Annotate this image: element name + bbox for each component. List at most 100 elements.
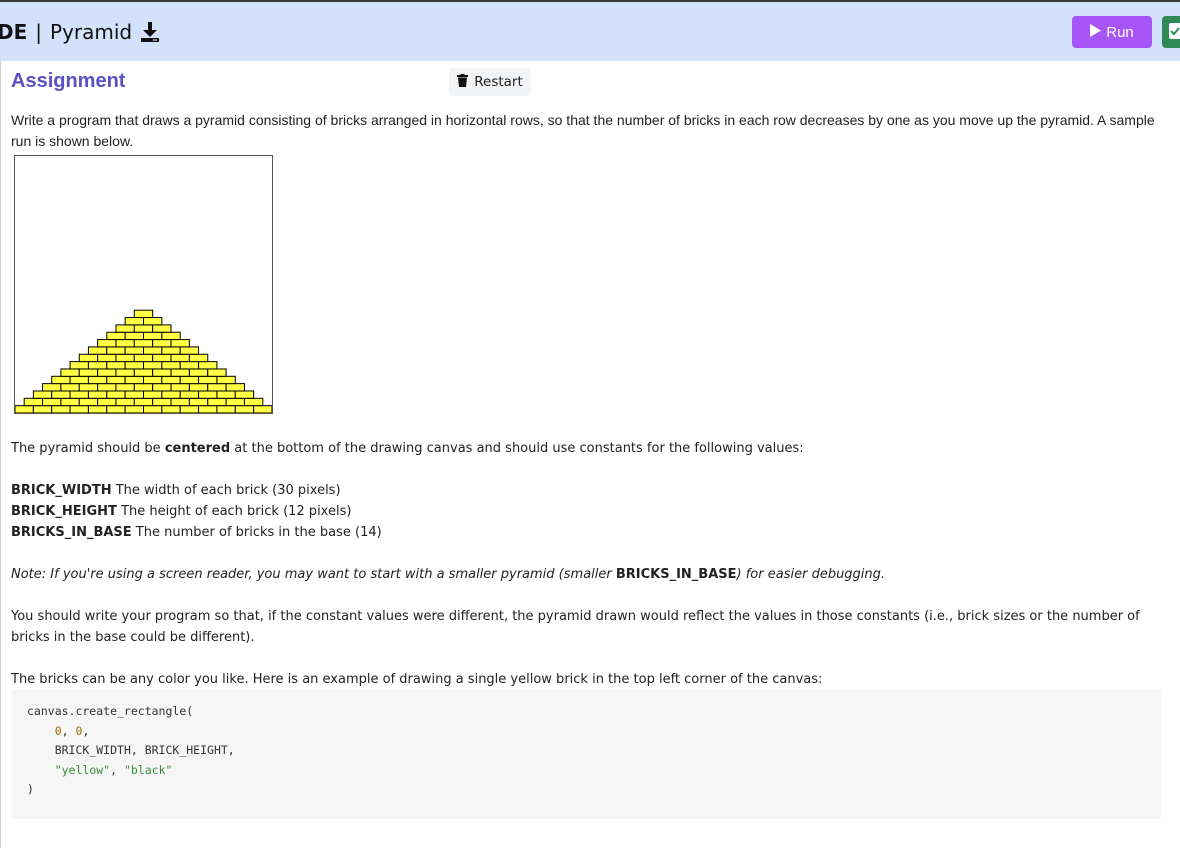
pyramid-brick bbox=[42, 383, 62, 392]
pyramid-brick bbox=[32, 390, 53, 399]
panel-left-border bbox=[0, 61, 1, 848]
pyramid-brick bbox=[216, 375, 236, 385]
code-punct: , bbox=[61, 723, 76, 738]
code-punct: , bbox=[110, 762, 124, 777]
pyramid-brick bbox=[60, 383, 80, 392]
constant-desc: The width of each brick (30 pixels) bbox=[111, 483, 341, 498]
pyramid-brick bbox=[161, 375, 181, 385]
note-constant: BRICKS_IN_BASE bbox=[615, 567, 737, 582]
pyramid-brick bbox=[51, 405, 71, 413]
pyramid-brick bbox=[152, 324, 172, 333]
pyramid-brick bbox=[78, 353, 99, 363]
pyramid-brick bbox=[106, 390, 126, 399]
color-paragraph: The bricks can be any color you like. He… bbox=[11, 672, 823, 687]
pyramid-brick bbox=[179, 346, 200, 355]
pyramid-brick bbox=[216, 390, 236, 399]
constant-brick-width: BRICK_WIDTH The width of each brick (30 … bbox=[11, 480, 341, 501]
restart-button[interactable]: Restart bbox=[449, 68, 531, 96]
pyramid-brick bbox=[106, 346, 126, 355]
pyramid-brick bbox=[69, 375, 89, 385]
pyramid-brick bbox=[216, 405, 236, 413]
pyramid-brick bbox=[179, 361, 200, 370]
code-string: "yellow" bbox=[54, 762, 111, 777]
pyramid-brick bbox=[207, 383, 227, 392]
pyramid-brick bbox=[78, 368, 99, 377]
restart-label: Restart bbox=[474, 74, 523, 90]
pyramid-brick bbox=[87, 361, 108, 370]
constant-name: BRICK_WIDTH bbox=[11, 483, 112, 498]
pyramid-brick bbox=[161, 331, 181, 341]
pyramid-brick bbox=[106, 361, 126, 370]
centered-bold: centered bbox=[164, 441, 231, 456]
pyramid-brick bbox=[143, 346, 163, 355]
pyramid-brick bbox=[170, 397, 190, 407]
pyramid-brick bbox=[161, 346, 181, 355]
code-line: canvas.create_rectangle( bbox=[27, 704, 194, 718]
pyramid-brick bbox=[106, 375, 126, 385]
constant-name: BRICKS_IN_BASE bbox=[11, 525, 132, 540]
note-text-2: ) for easier debugging. bbox=[736, 567, 886, 582]
pyramid-brick bbox=[143, 331, 163, 341]
pyramid-brick bbox=[87, 375, 108, 385]
pyramid-brick bbox=[143, 375, 163, 385]
pyramid-brick bbox=[198, 405, 218, 413]
pyramid-brick bbox=[78, 397, 99, 407]
pyramid-brick bbox=[179, 390, 200, 399]
pyramid-brick bbox=[106, 331, 126, 341]
pyramid-brick bbox=[207, 397, 227, 407]
pyramid-brick bbox=[69, 361, 89, 370]
pyramid-brick bbox=[124, 405, 144, 413]
pyramid-brick bbox=[188, 383, 209, 392]
trash-icon bbox=[457, 73, 469, 91]
play-icon bbox=[1090, 23, 1102, 41]
code-string: "black" bbox=[123, 762, 173, 777]
assignment-heading: Assignment bbox=[11, 70, 126, 92]
pyramid-brick bbox=[97, 368, 117, 377]
pyramid-brick bbox=[133, 368, 154, 377]
constant-bricks-in-base: BRICKS_IN_BASE The number of bricks in t… bbox=[11, 522, 382, 543]
pyramid-brick bbox=[106, 405, 126, 413]
pyramid-brick bbox=[225, 383, 245, 392]
pyramid-brick bbox=[115, 397, 135, 407]
pyramid-brick bbox=[133, 324, 154, 333]
pyramid-brick bbox=[78, 383, 99, 392]
clipboard-check-icon bbox=[1162, 16, 1180, 48]
pyramid-brick bbox=[32, 405, 53, 413]
code-line: BRICK_WIDTH, BRICK_HEIGHT, bbox=[54, 743, 235, 757]
title-prefix: DE bbox=[0, 20, 28, 44]
pyramid-brick bbox=[87, 405, 108, 413]
pyramid-brick bbox=[152, 383, 172, 392]
code-punct: , bbox=[82, 723, 90, 738]
pyramid-brick bbox=[225, 397, 245, 407]
code-line: ) bbox=[27, 782, 34, 796]
pyramid-brick bbox=[170, 339, 190, 348]
reflect-paragraph: You should write your program so that, i… bbox=[11, 609, 1140, 645]
pyramid-brick bbox=[161, 390, 181, 399]
pyramid-brick bbox=[133, 339, 154, 348]
pyramid-brick bbox=[124, 375, 144, 385]
assignment-title: Pyramid bbox=[50, 20, 133, 44]
pyramid-brick bbox=[133, 383, 154, 392]
pyramid-brick bbox=[97, 353, 117, 363]
pyramid-brick bbox=[188, 397, 209, 407]
pyramid-brick bbox=[143, 361, 163, 370]
pyramid-brick bbox=[207, 368, 227, 377]
screen-reader-note: Note: If you're using a screen reader, y… bbox=[11, 564, 1169, 585]
centered-text-1: The pyramid should be bbox=[11, 441, 165, 456]
constant-desc: The number of bricks in the base (14) bbox=[131, 525, 382, 540]
pyramid-brick bbox=[124, 331, 144, 341]
run-button[interactable]: Run bbox=[1072, 16, 1152, 48]
pyramid-brick bbox=[133, 353, 154, 363]
run-label: Run bbox=[1106, 23, 1134, 41]
pyramid-brick bbox=[188, 353, 209, 363]
pyramid-brick bbox=[51, 375, 71, 385]
submit-button[interactable] bbox=[1162, 16, 1180, 48]
pyramid-brick bbox=[170, 383, 190, 392]
pyramid-brick bbox=[115, 353, 135, 363]
pyramid-brick bbox=[115, 368, 135, 377]
download-icon[interactable] bbox=[140, 21, 160, 43]
pyramid-brick bbox=[188, 368, 209, 377]
pyramid-brick bbox=[115, 383, 135, 392]
pyramid-brick bbox=[60, 368, 80, 377]
pyramid-brick bbox=[143, 405, 163, 413]
